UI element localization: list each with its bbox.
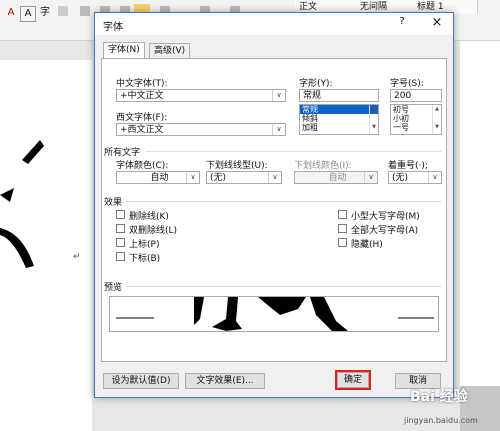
western-font-value: +西文正文 [120, 125, 164, 135]
chevron-down-icon[interactable]: ∨ [268, 172, 281, 183]
emphasis-mark-value: (无) [392, 173, 409, 183]
font-style-option[interactable]: 倾斜 [300, 114, 378, 123]
superscript-label: 上标(P) [129, 240, 160, 250]
document-page-right[interactable] [460, 41, 500, 386]
font-size-input[interactable]: 200 [390, 89, 442, 102]
font-size-label: 字号(S): [390, 79, 424, 89]
font-style-list[interactable]: 常规 倾斜 加粗 ▲ ▼ [299, 104, 379, 135]
font-style-value: 常规 [303, 91, 322, 101]
chevron-down-icon[interactable]: ∨ [428, 172, 441, 183]
watermark-brand: Bai 经验 [410, 389, 468, 405]
small-caps-label: 小型大写字母(M) [351, 212, 420, 222]
tab-advanced[interactable]: 高级(V) [149, 43, 191, 58]
western-font-select[interactable]: +西文正文 ∨ [116, 123, 286, 136]
font-size-value: 200 [394, 91, 412, 101]
align-left-icon[interactable] [80, 6, 90, 16]
text-effects-button[interactable]: 文字效果(E)... [185, 373, 265, 389]
double-strikethrough-checkbox[interactable] [116, 224, 125, 233]
preview-heading: 预览 [104, 283, 123, 293]
watermark-url: jingyan.baidu.com [404, 416, 478, 425]
emphasis-mark-select[interactable]: (无) ∨ [388, 171, 442, 184]
preview-box [109, 296, 439, 332]
all-text-heading: 所有文字 [104, 148, 141, 158]
double-strikethrough-label: 双删除线(L) [129, 226, 178, 236]
enclose-char-button[interactable]: 字 [38, 6, 52, 20]
highlight-button[interactable]: A [20, 6, 36, 22]
font-color-button[interactable]: A [4, 6, 18, 20]
set-default-button[interactable]: 设为默认值(D) [103, 373, 179, 389]
font-style-option[interactable]: 加粗 [300, 123, 378, 132]
underline-color-label: 下划线颜色(I): [294, 161, 352, 171]
subscript-checkbox[interactable] [116, 252, 125, 261]
chevron-down-icon[interactable]: ∨ [272, 90, 285, 101]
chevron-down-icon[interactable]: ∨ [272, 124, 285, 135]
large-character-fragment [0, 140, 44, 268]
divider [126, 286, 442, 287]
emphasis-mark-label: 着重号(·); [388, 161, 428, 171]
dialog-titlebar: 字体 ? × [95, 13, 453, 35]
chevron-down-icon[interactable]: ∨ [364, 172, 377, 183]
clear-format-icon[interactable] [58, 6, 68, 16]
tab-advanced-label: 高级(V) [154, 46, 186, 56]
hidden-label: 隐藏(H) [351, 240, 383, 250]
underline-type-select[interactable]: (无) ∨ [206, 171, 282, 184]
small-caps-checkbox[interactable] [338, 210, 347, 219]
help-button[interactable]: ? [395, 16, 409, 30]
subscript-label: 下标(B) [129, 254, 161, 264]
font-color-value: 自动 [150, 173, 169, 183]
underline-type-value: (无) [210, 173, 227, 183]
close-button[interactable]: × [429, 15, 445, 31]
dialog-title: 字体 [103, 22, 123, 33]
style-no-spacing-label: 无间隔 [360, 2, 388, 12]
list-scrollbar[interactable]: ▲ ▼ [432, 105, 441, 134]
divider [126, 201, 442, 202]
baidu-watermark: Bai 经验 jingyan.baidu.com [360, 384, 500, 431]
chinese-font-label: 中文字体(T): [116, 79, 168, 89]
divider [146, 151, 442, 152]
preview-glyph-image [116, 297, 434, 331]
font-color-label: 字体颜色(C): [116, 161, 169, 171]
all-caps-checkbox[interactable] [338, 224, 347, 233]
tab-font-label: 字体(N) [108, 45, 140, 55]
font-dialog: 字体 ? × 字体(N) 高级(V) 中文字体(T): +中文正文 ∨ 西文字体… [94, 12, 454, 398]
font-style-label: 字形(Y): [299, 79, 333, 89]
style-normal-label: 正文 [299, 2, 318, 12]
paragraph-mark: ↵ [73, 252, 81, 262]
strikethrough-label: 删除线(K) [129, 212, 169, 222]
hidden-checkbox[interactable] [338, 238, 347, 247]
superscript-checkbox[interactable] [116, 238, 125, 247]
list-scrollbar[interactable]: ▲ ▼ [369, 105, 378, 134]
font-style-option[interactable]: 常规 [300, 105, 378, 114]
chinese-font-value: +中文正文 [120, 91, 164, 101]
font-size-list[interactable]: 初号 小初 一号 ▲ ▼ [390, 104, 442, 135]
all-caps-label: 全部大写字母(A) [351, 226, 419, 236]
font-color-select[interactable]: 自动 ∨ [116, 171, 200, 184]
underline-color-value: 自动 [328, 173, 347, 183]
underline-color-select[interactable]: 自动 ∨ [294, 171, 378, 184]
font-style-input[interactable]: 常规 [299, 89, 379, 102]
effects-heading: 效果 [104, 198, 123, 208]
strikethrough-checkbox[interactable] [116, 210, 125, 219]
chinese-font-select[interactable]: +中文正文 ∨ [116, 89, 286, 102]
chevron-down-icon[interactable]: ∨ [186, 172, 199, 183]
western-font-label: 西文字体(F): [116, 113, 168, 123]
underline-type-label: 下划线线型(U): [206, 161, 268, 171]
tab-font[interactable]: 字体(N) [103, 42, 145, 59]
style-heading-1-label: 标题 1 [417, 2, 444, 12]
